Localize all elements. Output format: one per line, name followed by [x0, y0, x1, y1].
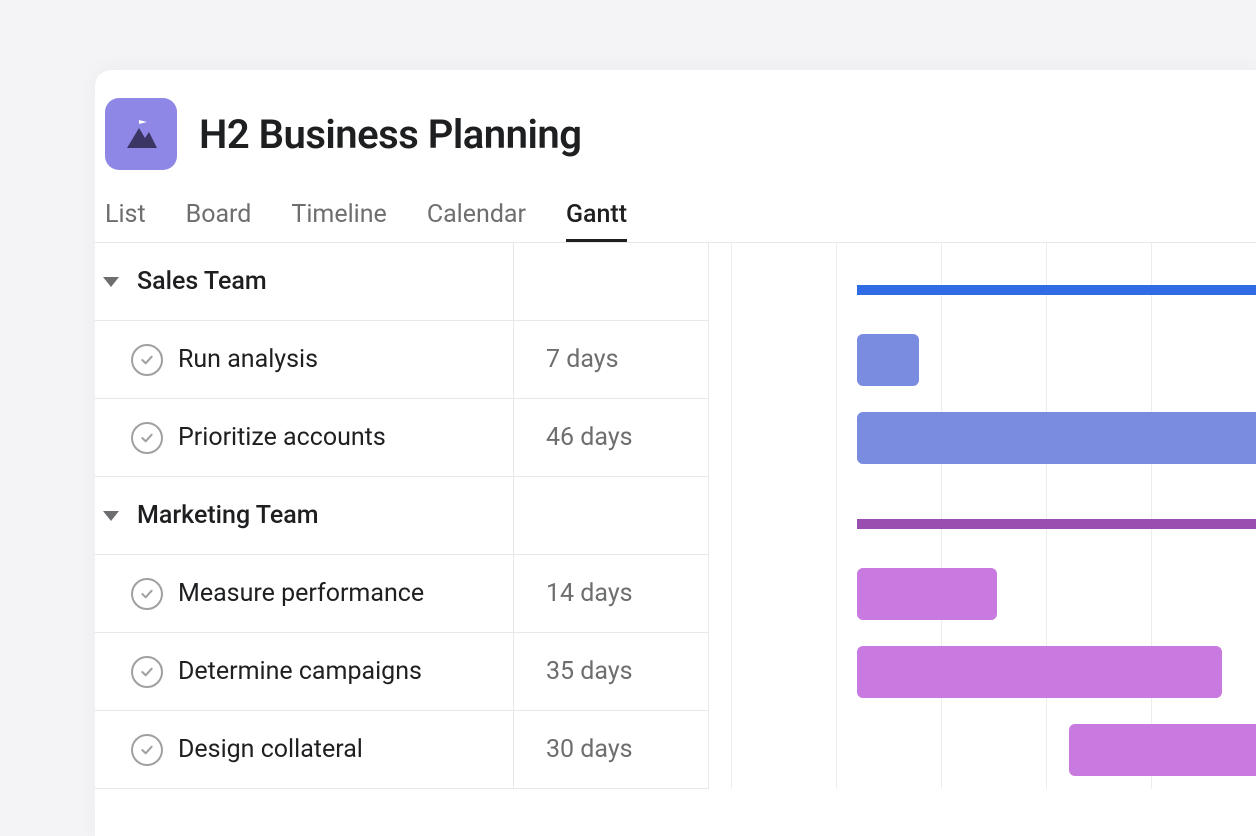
project-card: H2 Business Planning List Board Timeline… [95, 70, 1256, 836]
task-row[interactable]: Determine campaigns [95, 633, 513, 711]
duration-cell: 35 days [514, 633, 708, 711]
group-name: Sales Team [137, 267, 267, 296]
task-row[interactable]: Design collateral [95, 711, 513, 789]
task-row[interactable]: Prioritize accounts [95, 399, 513, 477]
task-row[interactable]: Run analysis [95, 321, 513, 399]
gantt-summary-bar[interactable] [857, 519, 1256, 529]
tab-list[interactable]: List [105, 200, 146, 242]
tab-gantt[interactable]: Gantt [566, 200, 627, 242]
mountain-flag-icon [121, 114, 161, 154]
caret-down-icon [103, 277, 119, 287]
gantt-summary-row [709, 243, 1256, 321]
task-row[interactable]: Measure performance [95, 555, 513, 633]
duration-cell: 7 days [514, 321, 708, 399]
gantt-task-row [709, 399, 1256, 477]
gantt-task-bar[interactable] [1069, 724, 1256, 776]
gantt-task-row [709, 321, 1256, 399]
check-circle-icon[interactable] [131, 734, 163, 766]
task-column: Sales Team Run analysis Prioritize accou… [95, 243, 513, 789]
check-circle-icon[interactable] [131, 422, 163, 454]
group-name: Marketing Team [137, 501, 319, 530]
gantt-summary-row [709, 477, 1256, 555]
check-circle-icon[interactable] [131, 578, 163, 610]
duration-cell: 30 days [514, 711, 708, 789]
gantt-content: Sales Team Run analysis Prioritize accou… [95, 242, 1256, 789]
gantt-task-bar[interactable] [857, 334, 919, 386]
task-name: Prioritize accounts [178, 423, 386, 452]
task-name: Measure performance [178, 579, 424, 608]
tab-board[interactable]: Board [186, 200, 252, 242]
view-tabs: List Board Timeline Calendar Gantt [95, 188, 1256, 242]
project-header: H2 Business Planning [95, 70, 1256, 188]
gantt-task-row [709, 711, 1256, 789]
group-header-sales[interactable]: Sales Team [95, 243, 513, 321]
task-name: Design collateral [178, 735, 363, 764]
project-title: H2 Business Planning [199, 111, 581, 158]
duration-cell [514, 477, 708, 555]
group-header-marketing[interactable]: Marketing Team [95, 477, 513, 555]
duration-column: 7 days 46 days 14 days 35 days 30 days [513, 243, 708, 789]
gantt-timeline[interactable] [708, 243, 1256, 789]
check-circle-icon[interactable] [131, 344, 163, 376]
tab-calendar[interactable]: Calendar [427, 200, 526, 242]
gantt-task-bar[interactable] [857, 412, 1256, 464]
gantt-task-row [709, 633, 1256, 711]
duration-cell: 14 days [514, 555, 708, 633]
task-name: Run analysis [178, 345, 318, 374]
caret-down-icon [103, 511, 119, 521]
gantt-task-bar[interactable] [857, 646, 1222, 698]
gantt-task-bar[interactable] [857, 568, 997, 620]
project-icon[interactable] [105, 98, 177, 170]
check-circle-icon[interactable] [131, 656, 163, 688]
duration-cell: 46 days [514, 399, 708, 477]
duration-cell [514, 243, 708, 321]
gantt-summary-bar[interactable] [857, 285, 1256, 295]
tab-timeline[interactable]: Timeline [291, 200, 386, 242]
gantt-task-row [709, 555, 1256, 633]
task-name: Determine campaigns [178, 657, 422, 686]
